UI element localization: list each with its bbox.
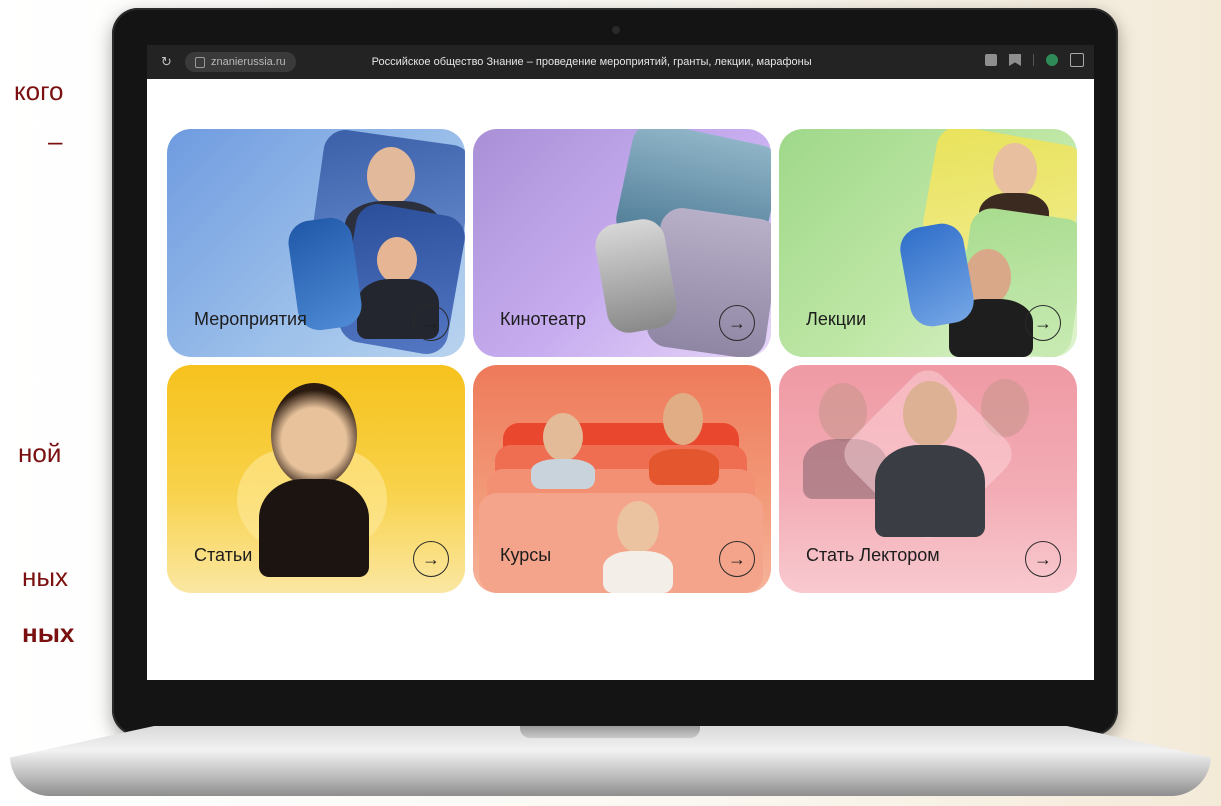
extension-icon[interactable] [1046, 54, 1058, 66]
card-events[interactable]: Мероприятия → [167, 129, 465, 357]
page-title: Российское общество Знание – проведение … [371, 56, 812, 68]
lock-icon [195, 56, 205, 68]
arrow-right-icon[interactable]: → [1025, 541, 1061, 577]
person-photo [993, 143, 1037, 197]
person-photo [903, 381, 957, 447]
laptop-notch [520, 726, 700, 738]
slide-text-fragment: ной [18, 438, 62, 468]
bookmark-icon[interactable] [1009, 54, 1021, 66]
arrow-right-icon[interactable]: → [719, 541, 755, 577]
browser-toolbar: ↻ znanierussia.ru Российское общество Зн… [147, 45, 1094, 79]
card-lectures[interactable]: Лекции → [779, 129, 1077, 357]
slide-text-fragment: ных [22, 618, 75, 648]
slide-text-fragment: – [48, 126, 63, 156]
person-photo [663, 393, 703, 445]
person-photo [617, 501, 659, 553]
slide-text-fragment: ных [22, 562, 69, 592]
person-photo [649, 449, 719, 485]
card-label: Курсы [500, 545, 552, 565]
arrow-right-icon[interactable]: → [719, 305, 755, 341]
chat-icon[interactable] [985, 54, 997, 66]
pushkin-portrait [259, 479, 369, 577]
card-courses[interactable]: Курсы → [473, 365, 771, 593]
card-label: Статьи [194, 545, 253, 565]
person-photo [531, 459, 595, 489]
card-articles[interactable]: Статьи → [167, 365, 465, 593]
person-photo [367, 147, 415, 205]
card-label: Кинотеатр [500, 309, 587, 329]
card-become-lecturer[interactable]: Стать Лектором → [779, 365, 1077, 593]
slide-text-fragment: кого [14, 76, 64, 106]
extensions-menu-icon[interactable] [1070, 53, 1084, 67]
reload-icon[interactable]: ↻ [161, 55, 173, 68]
person-photo [603, 551, 673, 593]
arrow-right-icon[interactable]: → [413, 305, 449, 341]
address-bar[interactable]: znanierussia.ru [185, 52, 296, 72]
webcam [612, 26, 620, 34]
pushkin-portrait [271, 383, 357, 487]
person-photo [543, 413, 583, 461]
card-label: Мероприятия [194, 309, 307, 329]
arrow-right-icon[interactable]: → [1025, 305, 1061, 341]
person-photo [875, 445, 985, 537]
address-text: znanierussia.ru [211, 56, 286, 68]
divider [1033, 54, 1034, 66]
card-label: Лекции [806, 309, 867, 329]
card-label: Стать Лектором [806, 545, 940, 565]
laptop-screen: ↻ znanierussia.ru Российское общество Зн… [147, 45, 1094, 680]
card-cinema[interactable]: Кинотеатр → [473, 129, 771, 357]
arrow-right-icon[interactable]: → [413, 541, 449, 577]
person-photo [377, 237, 417, 283]
